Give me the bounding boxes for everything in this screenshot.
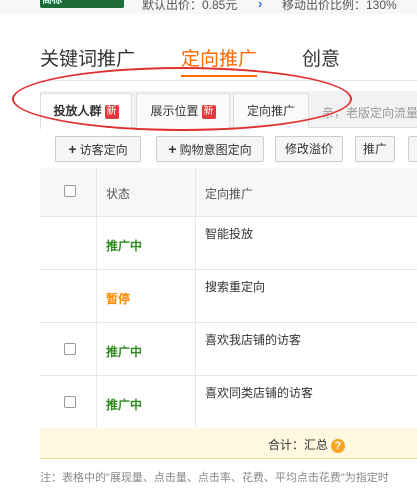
add-intent-label: 购物意图定向 bbox=[179, 143, 252, 157]
default-bid-text: 默认出价：0.85元 bbox=[142, 0, 238, 12]
row-checkbox[interactable] bbox=[64, 396, 76, 408]
name-cell: 搜索重定向 bbox=[205, 280, 266, 294]
shop-logo: 商标 bbox=[40, 0, 124, 8]
column-divider bbox=[96, 168, 97, 429]
summary-text: 合计：汇总 bbox=[268, 438, 329, 452]
header-status: 状态 bbox=[106, 187, 131, 201]
chevron-right-icon[interactable]: › bbox=[258, 0, 262, 11]
add-visitor-label: 访客定向 bbox=[79, 143, 128, 157]
summary-row: 合计：汇总? bbox=[40, 428, 417, 459]
column-divider bbox=[195, 168, 196, 429]
status-cell: 推广中 bbox=[106, 239, 143, 253]
tab-placement[interactable]: 展示位置新 bbox=[136, 93, 230, 128]
tab-keyword-promotion[interactable]: 关键词推广 bbox=[40, 44, 135, 71]
tab-audience[interactable]: 投放人群新 bbox=[40, 93, 132, 129]
add-visitor-targeting-button[interactable]: + 访客定向 bbox=[55, 136, 141, 162]
add-intent-targeting-button[interactable]: + 购物意图定向 bbox=[156, 136, 264, 162]
tab-audience-label: 投放人群 bbox=[53, 104, 102, 118]
tab-divider bbox=[40, 80, 417, 81]
tab-placement-label: 展示位置 bbox=[150, 104, 199, 118]
top-info-bar: 商标 默认出价：0.85元 › 移动出价比例：130% bbox=[0, 0, 417, 14]
logo-text: 商标 bbox=[42, 0, 62, 6]
tab-targeting-label: 定向推广 bbox=[246, 104, 295, 118]
summary-label: 合计：汇总? bbox=[268, 436, 346, 453]
modify-premium-button[interactable]: 修改溢价 bbox=[275, 136, 343, 162]
name-cell: 喜欢我店铺的访客 bbox=[205, 333, 302, 347]
legacy-hint-text: 亲，老版定向流量 bbox=[322, 106, 417, 120]
new-badge: 新 bbox=[104, 105, 119, 119]
more-button[interactable] bbox=[408, 136, 417, 162]
tab-creative[interactable]: 创意 bbox=[302, 44, 340, 71]
help-icon[interactable]: ? bbox=[331, 439, 346, 453]
mobile-ratio-text: 移动出价比例：130% bbox=[282, 0, 397, 12]
table-footnote: 注：表格中的"展现量、点击量、点击率、花费、平均点击花费"为指定时 bbox=[40, 472, 389, 484]
status-cell: 推广中 bbox=[106, 345, 143, 359]
sub-tabs: 投放人群新 展示位置新 定向推广 亲，老版定向流量 bbox=[40, 91, 417, 129]
plus-icon: + bbox=[68, 141, 77, 157]
status-cell: 推广中 bbox=[106, 398, 143, 412]
row-checkbox[interactable] bbox=[64, 343, 76, 355]
tab-targeted-promotion[interactable]: 定向推广 bbox=[181, 44, 258, 77]
plus-icon: + bbox=[168, 141, 177, 157]
name-cell: 喜欢同类店铺的访客 bbox=[205, 386, 314, 400]
name-cell: 智能投放 bbox=[205, 227, 254, 241]
new-badge: 新 bbox=[201, 105, 216, 119]
promote-button[interactable]: 推广 bbox=[355, 136, 395, 162]
toolbar: + 访客定向 + 购物意图定向 修改溢价 推广 bbox=[40, 136, 417, 162]
header-name: 定向推广 bbox=[205, 187, 254, 201]
select-all-checkbox[interactable] bbox=[64, 185, 76, 197]
status-cell: 暂停 bbox=[106, 292, 131, 306]
tab-targeting[interactable]: 定向推广 bbox=[233, 93, 309, 128]
